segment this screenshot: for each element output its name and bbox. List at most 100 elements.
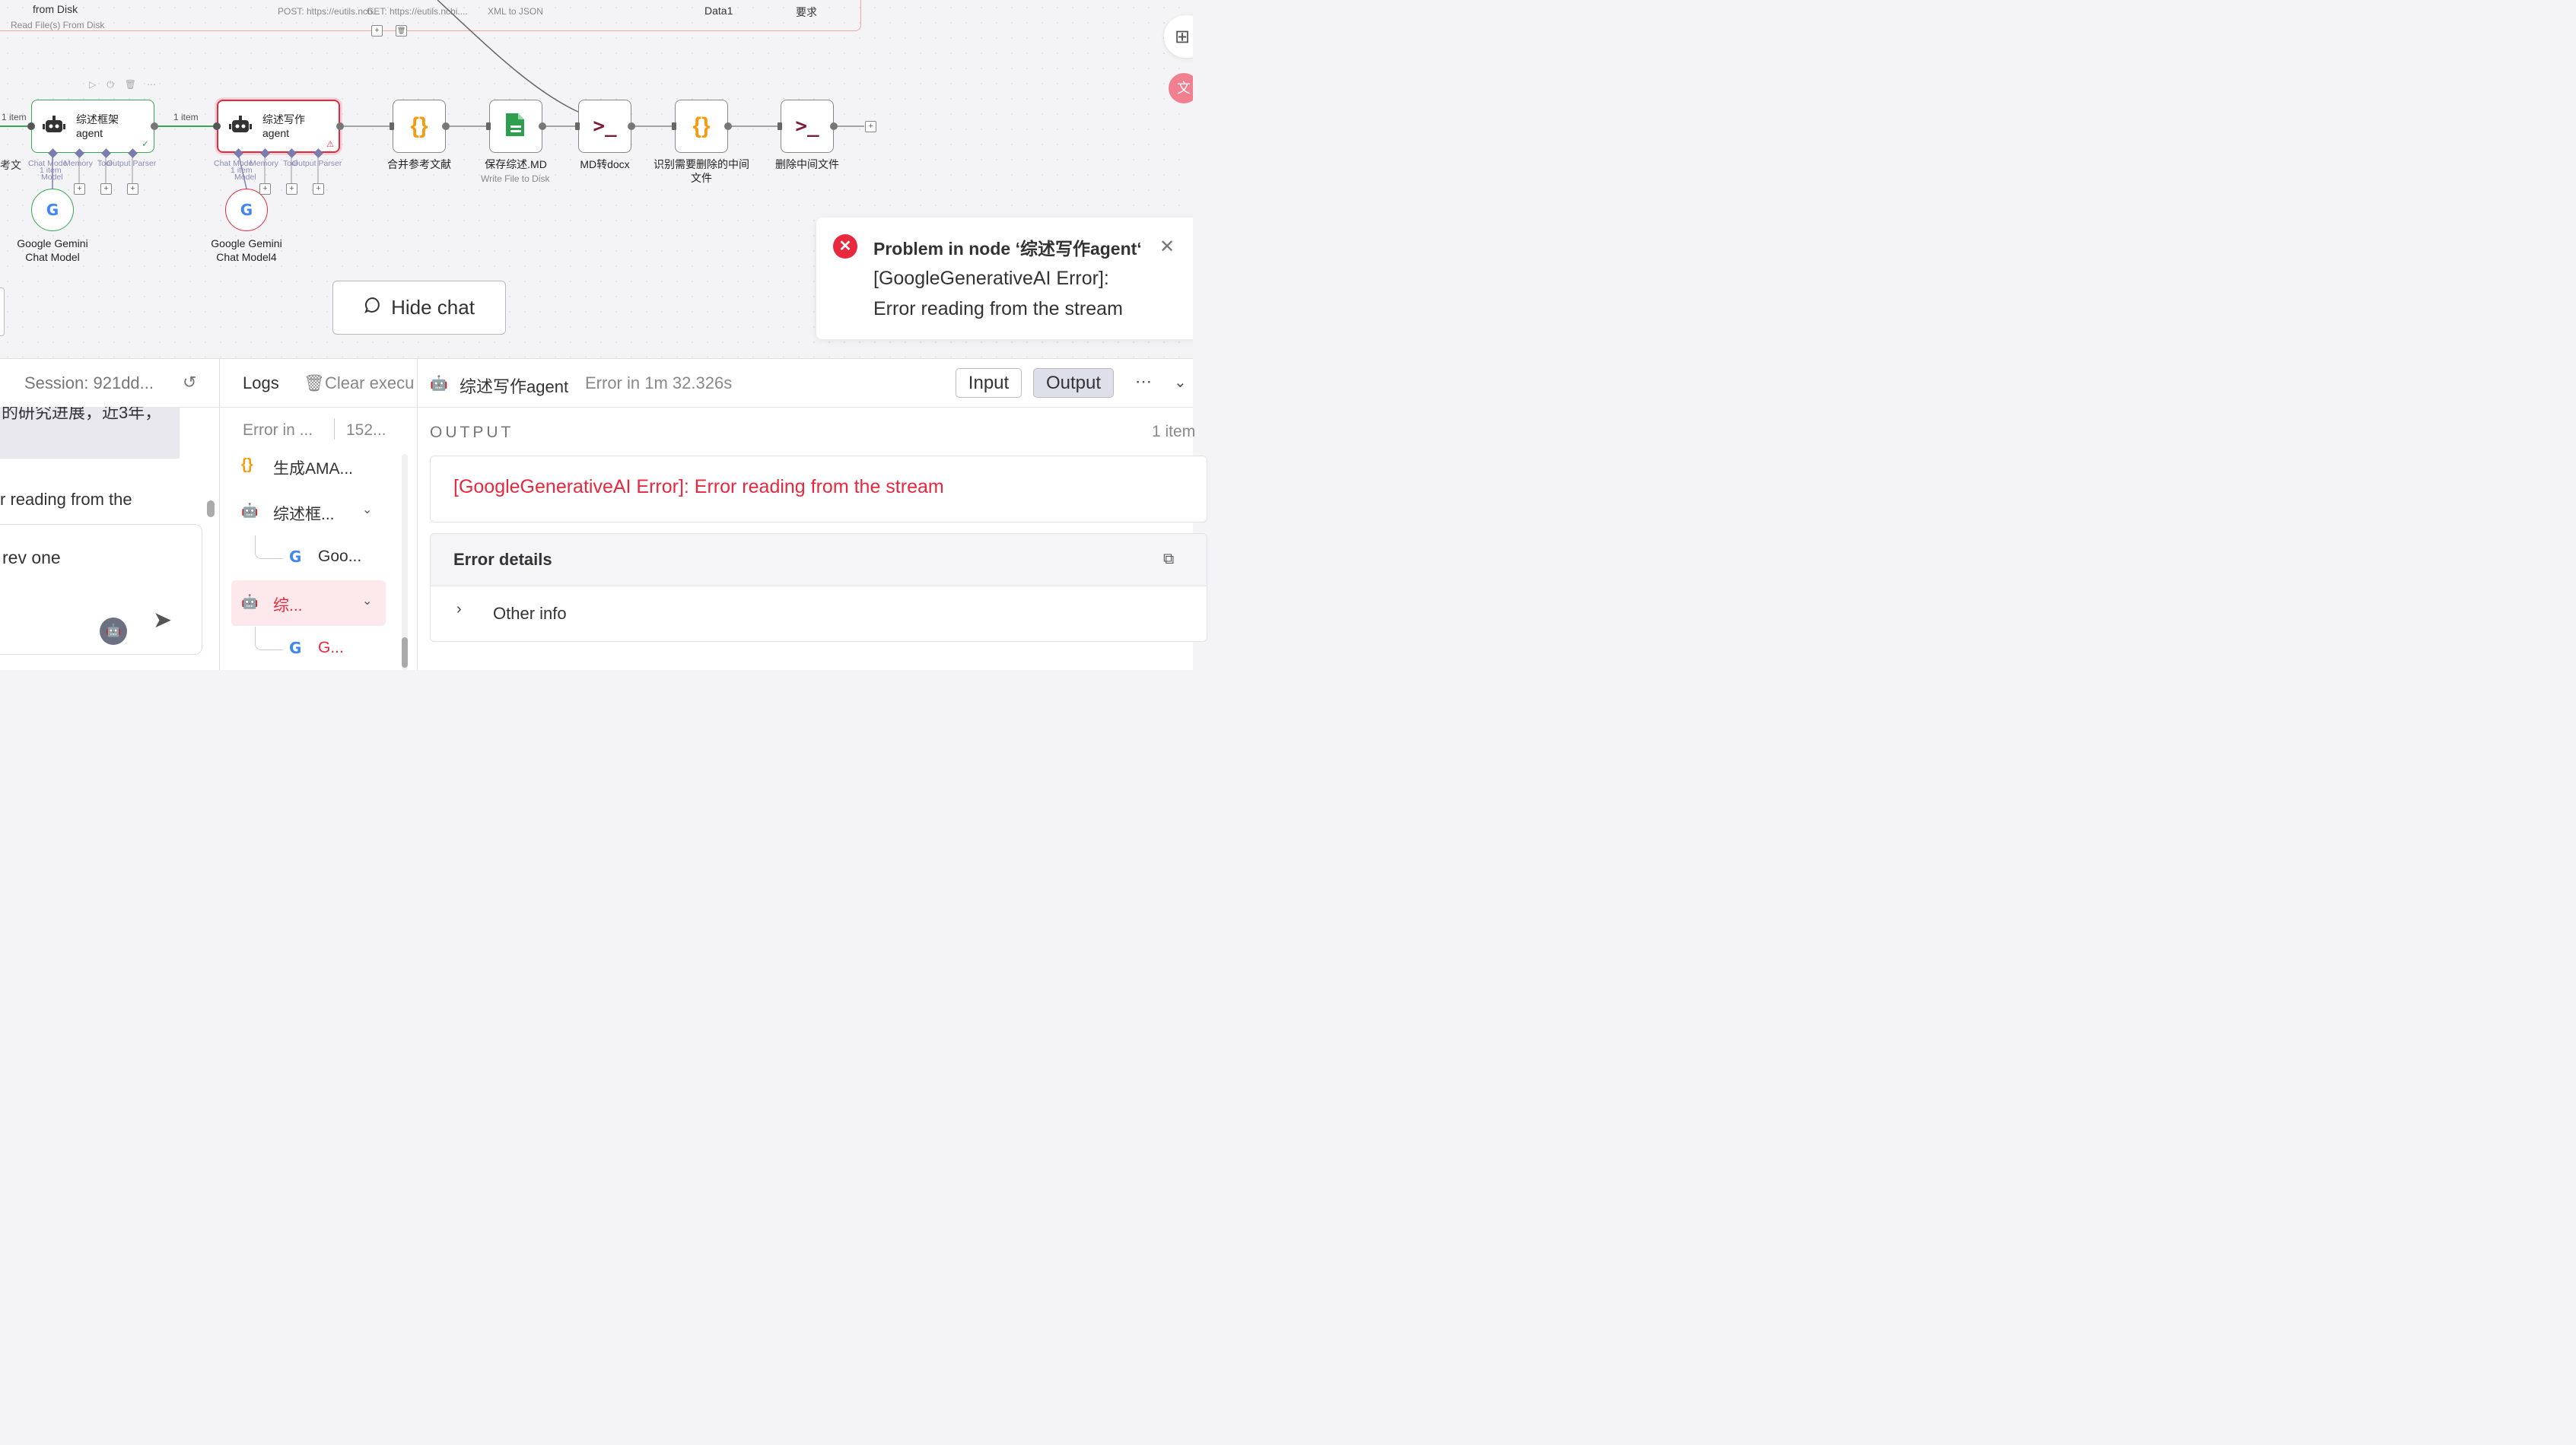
more-icon[interactable]: ⋯ bbox=[1135, 372, 1152, 392]
error-message-text: r reading from the bbox=[0, 490, 132, 509]
session-label: Session: 921dd... bbox=[24, 373, 154, 392]
connector-label: Memory bbox=[64, 159, 93, 168]
add-memory-button[interactable]: + bbox=[259, 183, 271, 195]
node-label: MD转docx bbox=[580, 158, 630, 170]
execution-status: Error in ... bbox=[243, 421, 313, 439]
grid-plus-icon: ⊞ bbox=[1175, 27, 1191, 47]
output-port[interactable] bbox=[539, 122, 546, 130]
chevron-down-icon[interactable]: ⌄ bbox=[1174, 373, 1187, 392]
braces-icon: {} bbox=[410, 113, 428, 138]
translate-icon[interactable]: 文 bbox=[1169, 73, 1193, 103]
input-port[interactable] bbox=[672, 122, 676, 130]
input-port[interactable] bbox=[778, 122, 782, 130]
error-details-card: Error details ⧉ › Other info bbox=[430, 533, 1207, 642]
google-icon: G bbox=[46, 201, 59, 219]
node-label: Google Gemini Chat Model4 bbox=[211, 237, 282, 263]
close-icon[interactable]: ✕ bbox=[1159, 236, 1175, 258]
agent-node-writing[interactable]: 综述写作 agent ⚠ bbox=[217, 100, 340, 153]
input-port[interactable] bbox=[213, 122, 221, 130]
gemini-node[interactable]: G bbox=[31, 189, 74, 231]
identify-files-node[interactable]: {} bbox=[675, 100, 728, 153]
add-node-button[interactable]: + bbox=[865, 121, 876, 132]
robot-icon: 🤖 bbox=[241, 503, 259, 518]
output-tab-button[interactable]: Output bbox=[1033, 368, 1114, 398]
scrollbar[interactable] bbox=[207, 500, 215, 517]
log-item-label[interactable]: Goo... bbox=[318, 548, 361, 566]
divider bbox=[418, 407, 1193, 408]
google-icon: G bbox=[289, 639, 302, 657]
node-label: 删除中间文件 bbox=[775, 158, 839, 170]
error-message-card: [GoogleGenerativeAI Error]: Error readin… bbox=[430, 456, 1207, 522]
chevron-down-icon[interactable]: ⌄ bbox=[362, 502, 372, 517]
log-item-label[interactable]: 综... bbox=[273, 593, 303, 616]
node-label: 合并参考文献 bbox=[387, 158, 451, 170]
other-info-toggle[interactable]: Other info bbox=[493, 604, 567, 624]
divider bbox=[220, 407, 417, 408]
node-sublabel: Write File to Disk bbox=[481, 173, 550, 184]
braces-icon: {} bbox=[241, 456, 253, 473]
logs-title: Logs bbox=[243, 373, 279, 392]
error-message: [GoogleGenerativeAI Error]: Error readin… bbox=[453, 476, 944, 497]
add-parser-button[interactable]: + bbox=[313, 183, 324, 195]
output-port[interactable] bbox=[442, 122, 450, 130]
output-port[interactable] bbox=[830, 122, 838, 130]
output-port[interactable] bbox=[628, 122, 635, 130]
input-port[interactable] bbox=[575, 122, 580, 130]
clear-execution-button[interactable]: 🗑Clear execu bbox=[304, 373, 414, 393]
hide-chat-label: Hide chat bbox=[391, 296, 475, 319]
log-item-label[interactable]: 生成AMA... bbox=[273, 456, 353, 479]
google-icon: G bbox=[289, 548, 302, 566]
connector-label: Output Parser bbox=[107, 159, 157, 168]
chat-pane: Session: 921dd... ↺ 的研究进展，近3年， r reading… bbox=[0, 359, 220, 670]
chat-input-box[interactable]: rev one 🤖 ➤ bbox=[0, 524, 202, 655]
md-to-docx-node[interactable]: >_ bbox=[578, 100, 631, 153]
output-port[interactable] bbox=[151, 122, 158, 130]
add-memory-button[interactable]: + bbox=[74, 183, 85, 195]
hide-chat-button[interactable]: Hide chat bbox=[332, 281, 506, 335]
send-icon[interactable]: ➤ bbox=[153, 607, 172, 634]
chevron-right-icon[interactable]: › bbox=[456, 601, 462, 618]
tree-connector bbox=[255, 535, 283, 559]
terminal-icon: >_ bbox=[795, 115, 819, 138]
chevron-down-icon[interactable]: ⌄ bbox=[362, 593, 372, 608]
toast-message: [GoogleGenerativeAI Error]: bbox=[873, 268, 1109, 289]
gemini-node-error[interactable]: G bbox=[225, 189, 268, 231]
output-pane: 🤖 综述写作agent Error in 1m 32.326s Input Ou… bbox=[418, 359, 1207, 670]
chat-bubble-icon bbox=[364, 296, 382, 319]
add-tool-button[interactable]: + bbox=[100, 183, 112, 195]
execution-panel: Session: 921dd... ↺ 的研究进展，近3年， r reading… bbox=[0, 358, 1207, 670]
output-port[interactable] bbox=[724, 122, 732, 130]
add-parser-button[interactable]: + bbox=[127, 183, 138, 195]
bot-icon[interactable]: 🤖 bbox=[100, 618, 127, 645]
log-item-label[interactable]: G... bbox=[318, 639, 344, 657]
chat-message-bubble: 的研究进展，近3年， bbox=[0, 407, 180, 459]
copy-icon[interactable]: ⧉ bbox=[1163, 551, 1174, 568]
merge-references-node[interactable]: {} bbox=[393, 100, 446, 153]
input-port[interactable] bbox=[486, 122, 491, 130]
save-md-node[interactable] bbox=[489, 100, 542, 153]
connector-label: Memory bbox=[250, 159, 278, 168]
workflow-canvas[interactable]: from Disk Read File(s) From Disk POST: h… bbox=[0, 0, 1193, 357]
edge-label: 1 item bbox=[2, 112, 27, 122]
scrollbar-thumb[interactable] bbox=[402, 637, 408, 668]
undo-icon[interactable]: ↺ bbox=[183, 373, 196, 392]
robot-icon bbox=[229, 115, 252, 138]
warning-icon: ⚠ bbox=[326, 140, 334, 149]
message-text: 的研究进展，近3年， bbox=[2, 407, 162, 422]
agent-node-framework[interactable]: 综述框架 agent ✓ bbox=[31, 100, 154, 153]
input-tab-button[interactable]: Input bbox=[956, 368, 1022, 398]
node-title: agent bbox=[76, 127, 103, 139]
input-port[interactable] bbox=[390, 122, 394, 130]
add-tool-button[interactable]: + bbox=[286, 183, 297, 195]
output-section-title: OUTPUT bbox=[430, 424, 514, 441]
node-toolbar[interactable]: ▷⏻🗑⋯ bbox=[89, 79, 167, 91]
chat-card-edge bbox=[0, 287, 5, 336]
robot-icon bbox=[43, 115, 65, 138]
log-item-label[interactable]: 综述框... bbox=[273, 502, 335, 525]
input-port[interactable] bbox=[27, 122, 35, 130]
chat-input-text[interactable]: rev one bbox=[2, 548, 61, 568]
delete-files-node[interactable]: >_ bbox=[781, 100, 834, 153]
node-name: 综述写作agent bbox=[460, 377, 569, 396]
output-port[interactable] bbox=[336, 122, 344, 130]
google-icon: G bbox=[240, 201, 253, 219]
